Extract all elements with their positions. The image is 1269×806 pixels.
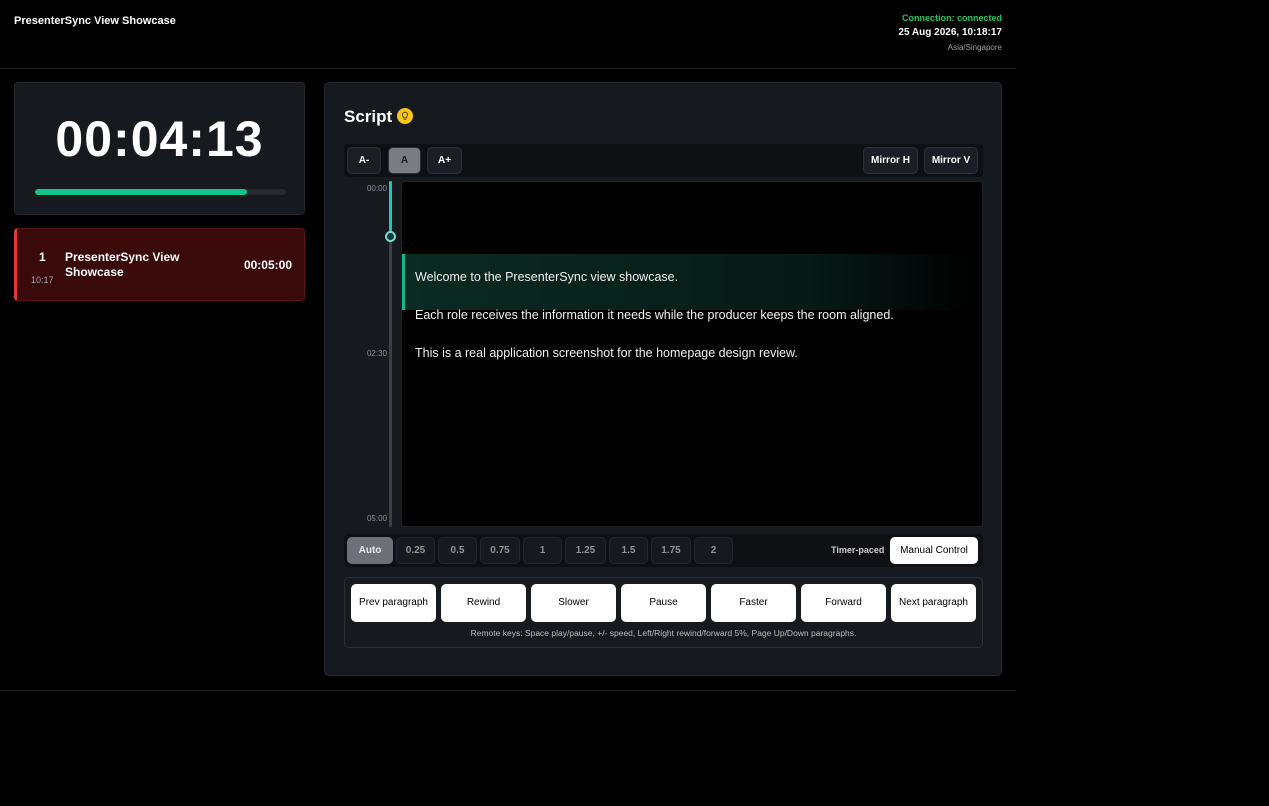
speed-option-1-5[interactable]: 1.5 <box>609 537 648 564</box>
status-area: Connection: connected 25 Aug 2026, 10:18… <box>898 13 1002 52</box>
next-paragraph-button[interactable]: Next paragraph <box>891 584 976 622</box>
timer-paced-label: Timer-paced <box>831 545 885 555</box>
mirror-vertical-button[interactable]: Mirror V <box>924 147 978 174</box>
slower-button[interactable]: Slower <box>531 584 616 622</box>
speed-option-auto[interactable]: Auto <box>347 537 393 564</box>
script-paragraph-1: Welcome to the PresenterSync view showca… <box>415 270 679 284</box>
timeline-end-label: 05:00 <box>366 514 387 523</box>
speed-option-1-75[interactable]: 1.75 <box>651 537 691 564</box>
speed-option-1[interactable]: 1 <box>523 537 562 564</box>
speed-option-2[interactable]: 2 <box>694 537 733 564</box>
current-datetime: 25 Aug 2026, 10:18:17 <box>898 27 1002 38</box>
font-default-button[interactable]: A <box>388 147 421 174</box>
pause-button[interactable]: Pause <box>621 584 706 622</box>
timer-progress-fill <box>35 189 248 195</box>
font-larger-button[interactable]: A+ <box>427 147 462 174</box>
teleprompter-text-area[interactable]: Welcome to the PresenterSync view showca… <box>401 181 983 527</box>
footer-divider <box>0 690 1016 691</box>
faster-button[interactable]: Faster <box>711 584 796 622</box>
timer-progress-bar <box>35 189 286 195</box>
top-bar: PresenterSync View Showcase Connection: … <box>0 0 1016 69</box>
script-paragraph-3: This is a real application screenshot fo… <box>415 346 798 360</box>
mirror-horizontal-button[interactable]: Mirror H <box>863 147 918 174</box>
timeline-mid-label: 02:30 <box>366 349 387 358</box>
presenter-page: PresenterSync View Showcase Connection: … <box>0 0 1269 806</box>
script-viewer: 00:00 02:30 05:00 Welcome to the Present… <box>344 181 983 527</box>
segment-duration: 00:05:00 <box>243 258 292 272</box>
font-smaller-button[interactable]: A- <box>347 147 381 174</box>
segment-start-time: 10:17 <box>31 275 54 285</box>
timeline-scrubber-handle[interactable] <box>385 230 396 242</box>
playback-controls: Prev paragraph Rewind Slower Pause Faste… <box>344 577 983 648</box>
remote-keys-hint: Remote keys: Space play/pause, +/- speed… <box>470 628 857 638</box>
script-paragraph-2: Each role receives the information it ne… <box>415 308 894 322</box>
timezone-label: Asia/Singapore <box>947 43 1002 52</box>
app-title: PresenterSync View Showcase <box>14 15 176 27</box>
script-panel: Script A- A A+ Mirror H Mirror V 00:00 0… <box>324 82 1002 676</box>
timeline-start-label: 00:00 <box>366 184 387 193</box>
speed-option-0-25[interactable]: 0.25 <box>396 537 435 564</box>
countdown-timer: 00:04:13 <box>55 111 264 167</box>
forward-button[interactable]: Forward <box>801 584 886 622</box>
segment-title: PresenterSync View Showcase <box>65 250 180 279</box>
lightbulb-icon[interactable] <box>397 108 413 124</box>
script-toolbar: A- A A+ Mirror H Mirror V <box>344 144 983 177</box>
lightbulb-glyph <box>402 111 408 120</box>
segment-item-active[interactable]: 1 10:17 PresenterSync View Showcase 00:0… <box>14 228 305 301</box>
connection-status: Connection: connected <box>901 13 1002 23</box>
manual-control-button[interactable]: Manual Control <box>890 537 978 564</box>
rewind-button[interactable]: Rewind <box>441 584 526 622</box>
prev-paragraph-button[interactable]: Prev paragraph <box>351 584 436 622</box>
timeline-progress <box>389 181 392 237</box>
countdown-card: 00:04:13 <box>14 82 305 215</box>
speed-selector: Auto 0.25 0.5 0.75 1 1.25 1.5 1.75 2 Tim… <box>344 534 983 567</box>
speed-option-1-25[interactable]: 1.25 <box>565 537 606 564</box>
speed-option-0-5[interactable]: 0.5 <box>438 537 477 564</box>
speed-option-0-75[interactable]: 0.75 <box>480 537 520 564</box>
segment-number: 1 <box>39 250 46 264</box>
script-title: Script <box>344 107 393 126</box>
